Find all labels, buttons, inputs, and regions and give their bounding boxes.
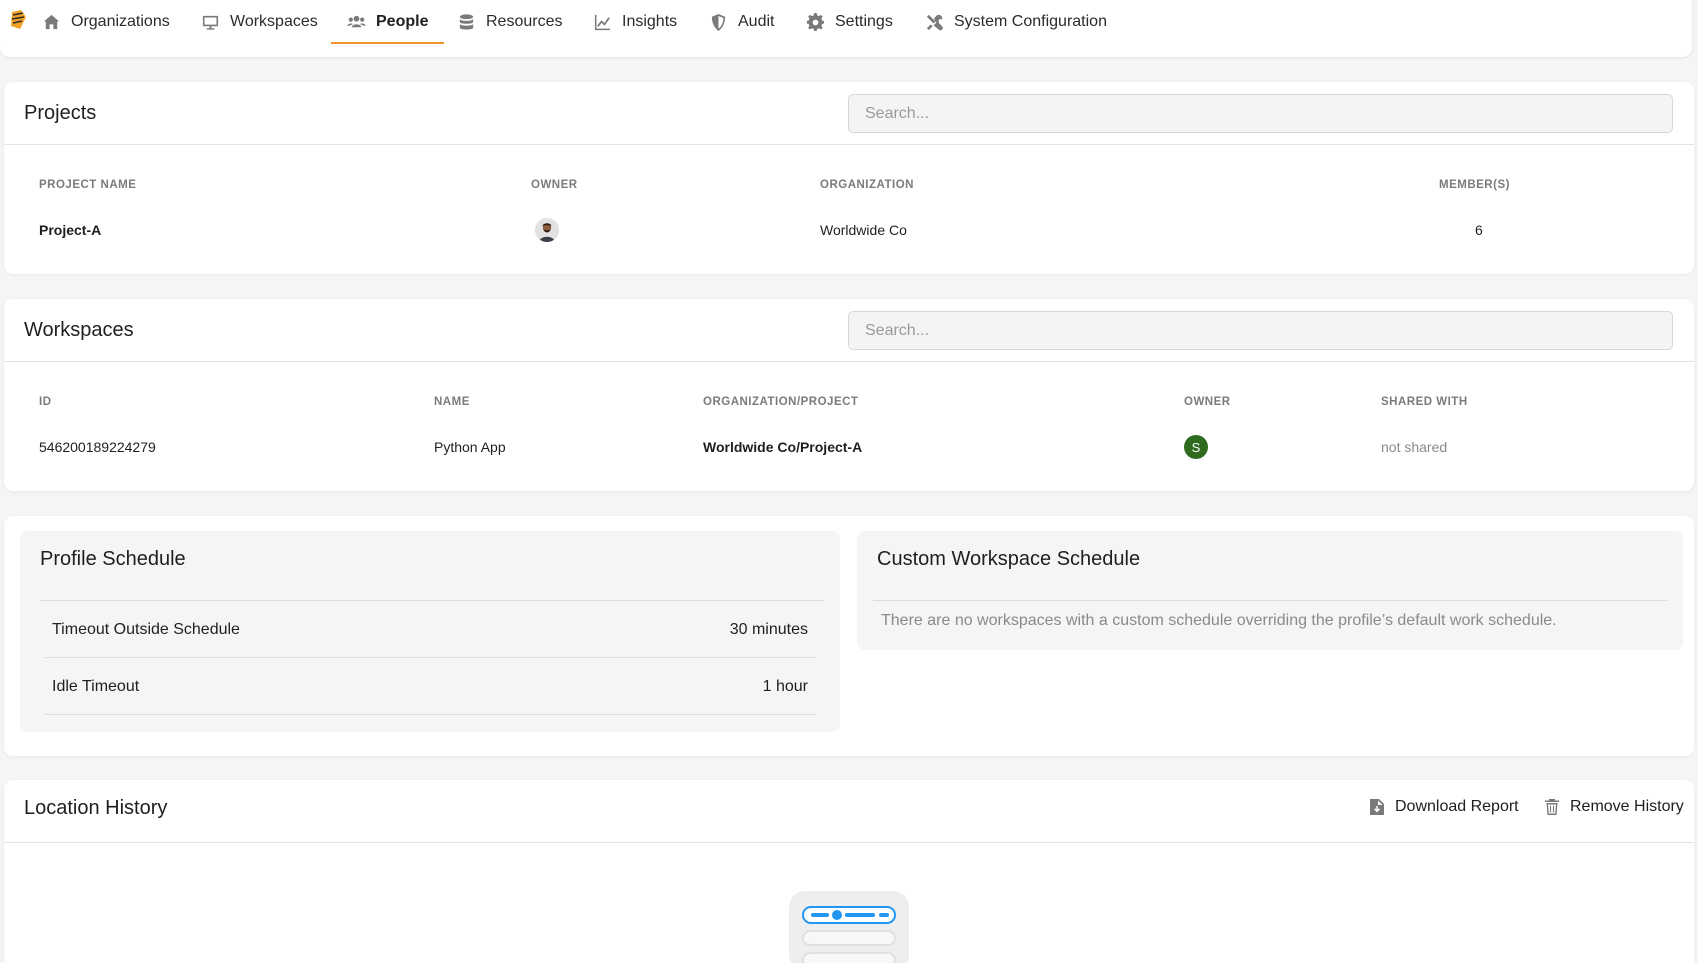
workspaces-title: Workspaces <box>24 319 134 341</box>
nav-organizations[interactable]: Organizations <box>42 0 170 44</box>
database-icon <box>459 13 474 30</box>
column-header[interactable]: MEMBER(S) <box>1439 179 1510 191</box>
custom-schedule-title: Custom Workspace Schedule <box>877 548 1141 570</box>
profile-schedule-title: Profile Schedule <box>40 548 186 570</box>
workspaces-card: Workspaces ID NAME ORGANIZATION/PROJECT … <box>4 299 1694 491</box>
schedule-row-label: Timeout Outside Schedule <box>52 621 240 638</box>
divider <box>40 600 824 601</box>
list-placeholder-icon <box>802 906 896 963</box>
trash-icon <box>1545 799 1559 815</box>
column-header[interactable]: PROJECT NAME <box>39 179 136 191</box>
column-header[interactable]: NAME <box>434 396 470 408</box>
people-icon <box>347 15 366 27</box>
schedule-row-value: 1 hour <box>762 678 808 695</box>
project-members-count: 6 <box>1475 222 1483 238</box>
top-navigation: Organizations Workspaces People Resource… <box>0 0 1692 57</box>
download-report-button[interactable]: Download Report <box>1369 798 1519 816</box>
column-header[interactable]: OWNER <box>1184 396 1231 408</box>
file-download-icon <box>1370 799 1384 815</box>
projects-title: Projects <box>24 102 97 124</box>
workspaces-header: Workspaces <box>4 299 1694 362</box>
nav-label: Audit <box>738 13 775 30</box>
shield-icon <box>711 13 726 31</box>
divider <box>44 657 816 658</box>
nav-settings[interactable]: Settings <box>806 0 893 44</box>
download-report-label: Download Report <box>1395 798 1519 815</box>
column-header[interactable]: OWNER <box>531 179 578 191</box>
nav-label: Insights <box>622 13 678 30</box>
app-logo-icon[interactable] <box>8 9 28 31</box>
column-header[interactable]: ORGANIZATION/PROJECT <box>703 396 858 408</box>
nav-workspaces[interactable]: Workspaces <box>201 0 318 44</box>
nav-people[interactable]: People <box>330 0 446 44</box>
nav-label: Organizations <box>71 13 170 30</box>
schedule-row: Idle Timeout 1 hour <box>52 678 808 696</box>
workspace-id[interactable]: 546200189224279 <box>39 439 156 455</box>
projects-card: Projects PROJECT NAME OWNER ORGANIZATION… <box>4 82 1694 274</box>
schedule-card: Profile Schedule Timeout Outside Schedul… <box>4 516 1694 756</box>
remove-history-button[interactable]: Remove History <box>1544 798 1684 816</box>
workspaces-search-input[interactable] <box>848 311 1673 350</box>
empty-state-text: There are no workspaces with a custom sc… <box>881 612 1557 629</box>
divider <box>873 600 1667 601</box>
nav-label: System Configuration <box>954 13 1107 30</box>
nav-resources[interactable]: Resources <box>457 0 562 44</box>
project-organization: Worldwide Co <box>820 222 907 238</box>
location-history-header: Location History Download Report Remove … <box>4 780 1694 843</box>
column-header[interactable]: ID <box>39 396 52 408</box>
owner-avatar[interactable] <box>535 218 559 242</box>
nav-system-configuration[interactable]: System Configuration <box>925 0 1107 44</box>
nav-label: People <box>376 13 429 30</box>
nav-label: Settings <box>835 13 893 30</box>
home-icon <box>43 14 60 29</box>
nav-label: Workspaces <box>230 13 318 30</box>
projects-header: Projects <box>4 82 1694 145</box>
gear-icon <box>806 12 824 31</box>
schedule-row-label: Idle Timeout <box>52 678 140 695</box>
location-history-title: Location History <box>24 797 168 819</box>
chart-line-icon <box>594 14 611 30</box>
schedule-row: Timeout Outside Schedule 30 minutes <box>52 621 808 639</box>
column-header[interactable]: ORGANIZATION <box>820 179 914 191</box>
owner-avatar[interactable]: S <box>1184 435 1208 459</box>
project-name[interactable]: Project-A <box>39 222 101 238</box>
custom-schedule-panel: Custom Workspace Schedule There are no w… <box>857 531 1683 650</box>
workspace-shared-with: not shared <box>1381 439 1448 455</box>
schedule-row-value: 30 minutes <box>729 621 808 638</box>
divider <box>44 714 816 715</box>
person-photo-icon <box>535 218 559 242</box>
projects-search-input[interactable] <box>848 94 1673 133</box>
monitor-icon <box>202 15 219 30</box>
nav-insights[interactable]: Insights <box>593 0 677 44</box>
empty-state-illustration <box>789 891 909 963</box>
profile-schedule-panel: Profile Schedule Timeout Outside Schedul… <box>20 531 840 732</box>
workspace-org-project[interactable]: Worldwide Co/Project-A <box>703 439 862 455</box>
column-header[interactable]: SHARED WITH <box>1381 396 1468 408</box>
remove-history-label: Remove History <box>1570 798 1684 815</box>
tools-icon <box>926 14 943 30</box>
nav-audit[interactable]: Audit <box>709 0 774 44</box>
workspace-name[interactable]: Python App <box>434 439 506 455</box>
nav-label: Resources <box>486 13 563 30</box>
